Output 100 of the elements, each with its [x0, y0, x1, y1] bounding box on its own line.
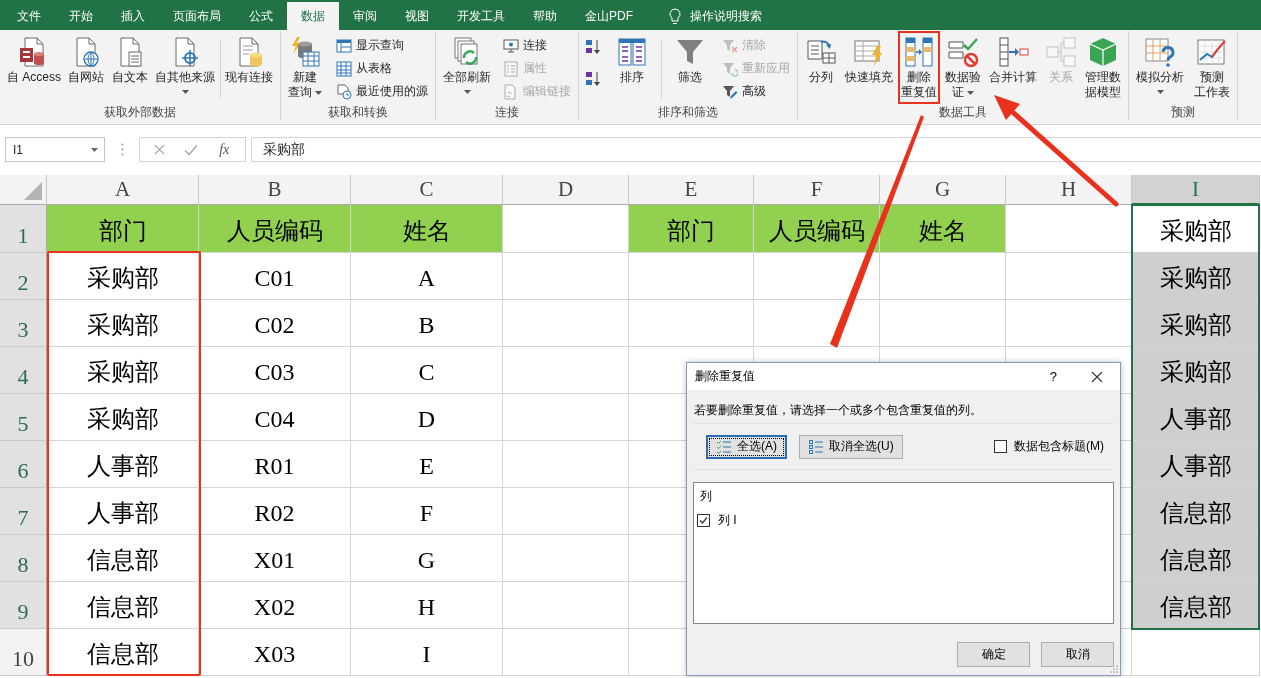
row-header[interactable]: 3 — [0, 300, 47, 347]
checkbox-label[interactable]: 数据包含标题(M) — [1014, 438, 1104, 455]
menu-tab[interactable]: 数据 — [287, 2, 339, 30]
menu-tab[interactable]: 插入 — [107, 2, 159, 30]
checklist-prohibit-icon — [947, 36, 979, 68]
ribbon-button[interactable]: 模拟分析 — [1133, 31, 1187, 98]
column-header[interactable]: D — [503, 175, 629, 205]
ribbon-button[interactable]: 分列 — [802, 31, 840, 89]
table-cell: 姓名 — [351, 205, 503, 253]
checkbox[interactable] — [994, 440, 1007, 453]
check-icon[interactable] — [183, 143, 198, 156]
ribbon-button[interactable]: 自网站 — [65, 31, 108, 89]
row-header[interactable]: 2 — [0, 253, 47, 300]
ribbon-button[interactable]: 排序 — [612, 31, 651, 89]
column-header[interactable]: H — [1006, 175, 1132, 205]
cross-icon[interactable] — [153, 144, 165, 155]
table-cell: 采购部 — [1132, 253, 1260, 300]
menu-tab[interactable]: 公式 — [235, 2, 287, 30]
table-cell: 信息部 — [47, 582, 199, 629]
table-cell: C03 — [199, 347, 351, 394]
insert-function-button[interactable]: fx — [217, 141, 232, 158]
ribbon-button[interactable]: 自文本 — [108, 31, 151, 89]
select-button[interactable]: 取消全选(U) — [799, 434, 903, 459]
select-button[interactable]: 全选(A) — [706, 434, 787, 459]
question-grid-icon — [1144, 36, 1176, 68]
column-header[interactable]: E — [629, 175, 754, 205]
chart-sheet-icon — [1196, 36, 1228, 68]
table-cell: 人事部 — [47, 488, 199, 535]
ribbon-button[interactable]: 新建查询 — [285, 31, 325, 104]
table-cell: R02 — [199, 488, 351, 535]
table-cell: A — [351, 253, 503, 300]
group-label: 获取外部数据 — [103, 105, 177, 120]
ribbon-button[interactable]: 现有连接 — [221, 31, 276, 89]
row-header[interactable]: 8 — [0, 535, 47, 582]
menu-tab[interactable]: 开发工具 — [443, 2, 519, 30]
row-header[interactable]: 10 — [0, 629, 47, 676]
menu-tab[interactable]: 帮助 — [519, 2, 571, 30]
dialog-button[interactable]: 取消 — [1041, 642, 1114, 667]
column-header[interactable]: F — [754, 175, 880, 205]
table-cell: 人员编码 — [754, 205, 880, 253]
search-field[interactable]: 操作说明搜索 — [690, 9, 774, 23]
column-header[interactable]: A — [47, 175, 199, 205]
table-cell: 信息部 — [1132, 582, 1260, 629]
column-header[interactable]: B — [199, 175, 351, 205]
ribbon-button[interactable]: 预测工作表 — [1191, 31, 1233, 104]
row-header[interactable]: 5 — [0, 394, 47, 441]
menu-tab[interactable]: 开始 — [55, 2, 107, 30]
help-button[interactable]: ? — [1045, 369, 1061, 384]
menu-tab[interactable]: 视图 — [391, 2, 443, 30]
ribbon-button[interactable]: 自 Access — [4, 31, 64, 89]
row-header[interactable]: 9 — [0, 582, 47, 629]
row-header[interactable]: 4 — [0, 347, 47, 394]
row-header[interactable]: 1 — [0, 205, 47, 253]
table-cell: X01 — [199, 535, 351, 582]
clock-file-icon — [336, 83, 352, 100]
ribbon-small-button[interactable]: 最近使用的源 — [333, 80, 431, 103]
column-header[interactable]: I — [1132, 175, 1260, 205]
ribbon-button[interactable]: 合并计算 — [986, 31, 1040, 89]
box-list-icon — [808, 438, 824, 455]
ribbon-button[interactable]: 快速填充 — [842, 31, 896, 89]
ribbon-small-button[interactable]: 显示查询 — [333, 34, 431, 57]
ribbon-small-button[interactable]: 连接 — [500, 34, 574, 57]
columns-arrow-icon — [903, 36, 935, 68]
table-cell: H — [351, 582, 503, 629]
ribbon-button[interactable]: 自其他来源 — [152, 31, 219, 98]
column-header[interactable]: C — [351, 175, 503, 205]
ribbon-small-button[interactable]: 高级 — [719, 80, 793, 103]
formula-input[interactable]: 采购部 — [251, 137, 1261, 162]
caret-icon — [91, 147, 98, 152]
menu-tab[interactable]: 金山PDF — [571, 2, 647, 30]
ribbon-button[interactable]: 全部刷新 — [440, 31, 494, 98]
table-cell: 信息部 — [1132, 535, 1260, 582]
table-cell: 信息部 — [1132, 488, 1260, 535]
ribbon-small-button[interactable]: 从表格 — [333, 57, 431, 80]
table-cell: 采购部 — [1132, 300, 1260, 347]
dialog-title: 删除重复值 — [695, 368, 756, 385]
table-cell: X02 — [199, 582, 351, 629]
ribbon-button[interactable]: 数据验证 — [942, 31, 984, 104]
table-cell: R01 — [199, 441, 351, 488]
sort-grid-icon — [615, 36, 648, 68]
menu-tab[interactable]: 页面布局 — [159, 2, 235, 30]
list-icon — [503, 60, 519, 77]
column-header[interactable]: G — [880, 175, 1006, 205]
ribbon-button[interactable]: 管理数据模型 — [1082, 31, 1124, 104]
menu-tab[interactable]: 审阅 — [339, 2, 391, 30]
ribbon-button[interactable]: 删除重复值 — [898, 31, 940, 104]
list-item-label[interactable]: 列 I — [718, 512, 737, 529]
table-cell: 采购部 — [1132, 347, 1260, 394]
menu-tab[interactable]: 文件 — [3, 2, 55, 30]
resize-grip-icon — [1110, 665, 1118, 673]
row-header[interactable]: 6 — [0, 441, 47, 488]
monitor-icon — [503, 37, 519, 54]
table-cell: X03 — [199, 629, 351, 676]
row-header[interactable]: 7 — [0, 488, 47, 535]
checklist-icon — [716, 438, 732, 455]
ribbon-button[interactable]: 筛选 — [671, 31, 710, 89]
table-cell: 采购部 — [47, 300, 199, 347]
checkbox[interactable] — [697, 514, 710, 527]
dialog-button[interactable]: 确定 — [957, 642, 1030, 667]
name-box[interactable]: I1 — [5, 137, 105, 162]
